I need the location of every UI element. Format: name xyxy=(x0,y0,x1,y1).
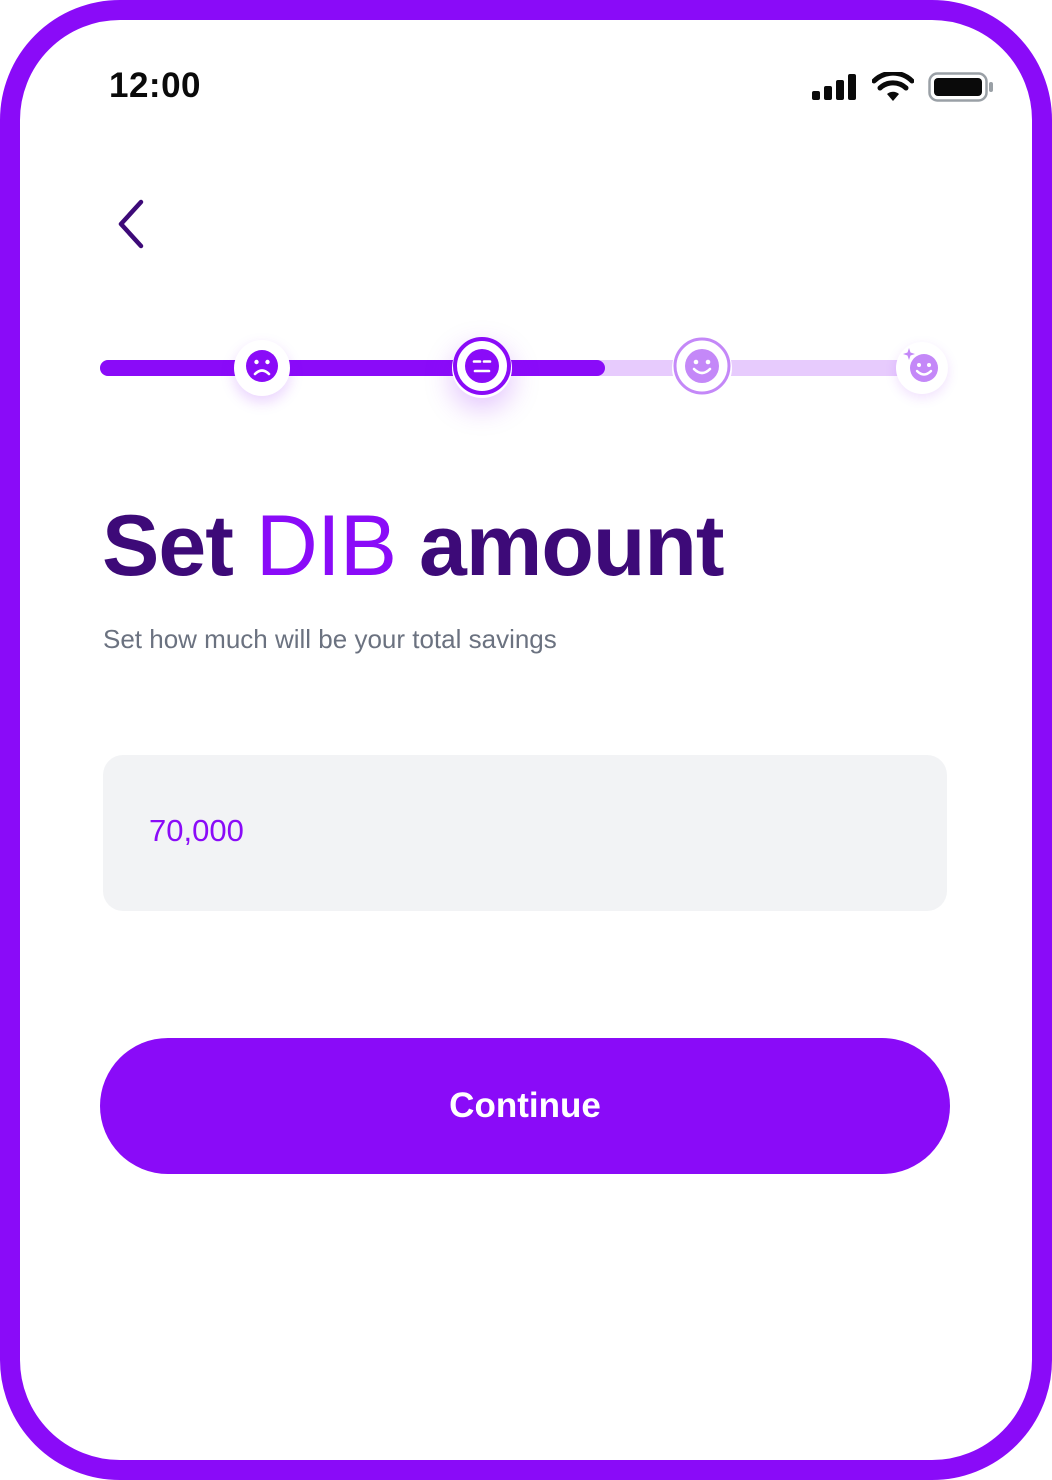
title-part-amount: amount xyxy=(419,498,725,594)
progress-stepper xyxy=(100,328,948,408)
back-button[interactable] xyxy=(106,196,156,256)
progress-fill xyxy=(100,360,605,376)
continue-button[interactable]: Continue xyxy=(100,1038,950,1174)
page-title: Set DIB amount xyxy=(102,496,725,596)
status-icons xyxy=(812,70,994,106)
amount-field[interactable] xyxy=(103,755,947,911)
step-1 xyxy=(234,340,290,396)
smile-face-icon xyxy=(672,336,732,400)
page-subtitle: Set how much will be your total savings xyxy=(103,624,557,654)
step-2 xyxy=(452,336,512,400)
neutral-face-icon xyxy=(452,336,512,400)
title-accent-dib: DIB xyxy=(255,498,397,594)
wifi-icon xyxy=(871,70,915,106)
amount-input[interactable] xyxy=(149,813,849,849)
signal-icon xyxy=(812,73,858,105)
step-3 xyxy=(672,336,732,400)
sparkle-face-icon xyxy=(902,346,942,390)
sad-face-icon xyxy=(245,349,279,387)
chevron-left-icon xyxy=(115,199,147,253)
status-time: 12:00 xyxy=(109,66,202,105)
step-4 xyxy=(896,342,948,394)
title-part-set: Set xyxy=(102,498,234,594)
phone-screen: 12:00 Set DIB amount Set how much will b… xyxy=(0,0,1052,1480)
battery-icon xyxy=(928,72,994,106)
